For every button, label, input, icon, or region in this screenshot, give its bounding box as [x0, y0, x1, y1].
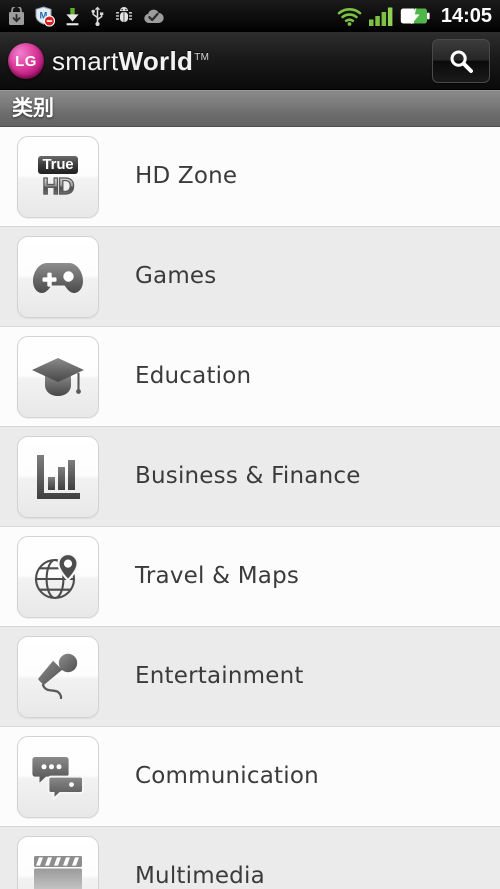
category-title-bar: 类别: [0, 90, 500, 127]
list-item[interactable]: Games: [0, 227, 500, 327]
category-icon-tile: [17, 435, 99, 518]
signal-bars-icon: [368, 7, 393, 26]
gamepad-icon: [33, 262, 83, 293]
list-item[interactable]: Travel & Maps: [0, 527, 500, 627]
status-bar-right-icons: 14:05: [337, 6, 492, 26]
trademark-mark: TM: [194, 51, 210, 63]
app-header: LG smartWorldTM: [0, 32, 500, 90]
category-icon-tile: True HD: [17, 135, 99, 218]
category-icon-tile: [17, 735, 99, 818]
lg-logo-text: LG: [15, 52, 37, 70]
android-debug-icon: [116, 7, 132, 23]
app-download-bag-icon: [9, 6, 24, 25]
list-item[interactable]: Business & Finance: [0, 427, 500, 527]
microphone-icon: [38, 653, 78, 699]
list-item-label: Education: [135, 363, 252, 389]
usb-icon: [91, 6, 104, 26]
list-item-label: Business & Finance: [135, 463, 361, 489]
status-bar-clock: 14:05: [440, 5, 492, 27]
list-item-label: HD Zone: [135, 163, 238, 189]
status-bar: M 14:05: [0, 0, 500, 32]
list-item[interactable]: Entertainment: [0, 627, 500, 727]
category-title: 类别: [12, 96, 54, 120]
list-item[interactable]: True HD HD Zone: [0, 127, 500, 227]
category-icon-tile: [17, 235, 99, 318]
app-screen: M 14:05 LG smartWorldTM 类别 True HD HD Zo…: [0, 0, 500, 889]
category-icon-tile: [17, 335, 99, 418]
battery-charging-icon: [400, 8, 430, 25]
security-shield-blocked-icon: M: [35, 5, 55, 27]
clapperboard-icon: [34, 855, 82, 889]
lg-logo-icon: LG: [8, 42, 44, 79]
wifi-icon: [337, 7, 362, 26]
search-icon: [450, 50, 473, 73]
download-arrow-icon: [66, 7, 79, 25]
list-item[interactable]: Multimedia: [0, 827, 500, 889]
list-item-label: Multimedia: [135, 863, 265, 889]
category-icon-tile: [17, 535, 99, 618]
brand-title-smart: smart: [52, 45, 119, 76]
brand-logo: LG smartWorldTM: [8, 42, 432, 79]
list-item-label: Games: [135, 263, 217, 289]
list-item[interactable]: Education: [0, 327, 500, 427]
check-cloud-icon: [144, 9, 164, 23]
globe-pin-icon: [34, 552, 79, 599]
bar-chart-icon: [37, 454, 80, 499]
list-item[interactable]: Communication: [0, 727, 500, 827]
list-item-label: Entertainment: [135, 663, 304, 689]
category-icon-tile: [17, 835, 99, 889]
graduation-cap-icon: [32, 357, 84, 396]
brand-title-world: World: [118, 45, 194, 76]
speech-bubbles-icon: [32, 756, 84, 800]
brand-title: smartWorldTM: [52, 48, 209, 74]
true-hd-icon: True HD: [29, 152, 87, 202]
category-icon-tile: [17, 635, 99, 718]
list-item-label: Travel & Maps: [135, 563, 300, 589]
search-button[interactable]: [432, 38, 490, 83]
list-item-label: Communication: [135, 763, 319, 789]
status-bar-left-icons: M: [8, 5, 337, 27]
category-list: True HD HD Zone Games Education Business…: [0, 127, 500, 889]
